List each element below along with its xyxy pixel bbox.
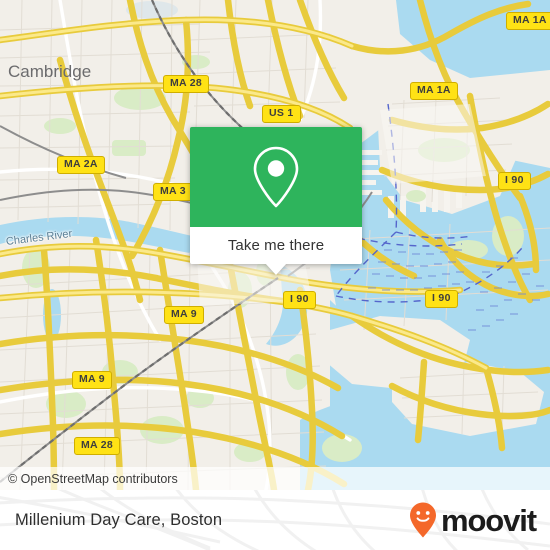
map-attribution[interactable]: © OpenStreetMap contributors — [0, 467, 550, 490]
route-shield-ma-1a-right[interactable]: MA 1A — [410, 82, 458, 100]
route-shield-ma-3[interactable]: MA 3 — [153, 183, 193, 201]
map-attribution-text: © OpenStreetMap contributors — [8, 471, 178, 486]
moovit-brand[interactable]: moovit — [408, 490, 537, 550]
route-shield-ma-9-lower[interactable]: MA 9 — [72, 371, 112, 389]
moovit-smiley-pin-icon — [409, 502, 436, 538]
map-pin-icon — [253, 146, 299, 208]
take-me-there-button[interactable]: Take me there — [190, 227, 362, 275]
route-shield-ma-28-lower[interactable]: MA 28 — [74, 437, 121, 455]
take-me-there-callout[interactable]: Take me there — [190, 127, 362, 275]
place-title: Millenium Day Care, Boston — [15, 490, 222, 550]
route-shield-ma-2a[interactable]: MA 2A — [57, 156, 105, 174]
route-shield-us-1[interactable]: US 1 — [262, 105, 301, 123]
take-me-there-label: Take me there — [227, 237, 325, 254]
route-shield-i-90-right-top[interactable]: I 90 — [498, 172, 531, 190]
route-shield-i-90-right[interactable]: I 90 — [425, 290, 458, 308]
moovit-place-card: Cambridge Charles River MA 1A MA 1A MA 2… — [0, 0, 550, 550]
footer-bar: Millenium Day Care, Boston moovit — [0, 490, 550, 550]
route-shield-ma-28-top[interactable]: MA 28 — [163, 75, 210, 93]
callout-icon-panel — [190, 127, 362, 227]
callout-tail — [265, 263, 287, 275]
route-shield-ma-9-upper[interactable]: MA 9 — [164, 306, 204, 324]
place-title-text: Millenium Day Care, Boston — [15, 510, 223, 529]
route-shield-ma-1a-top[interactable]: MA 1A — [506, 12, 550, 30]
route-shield-i-90-center[interactable]: I 90 — [283, 291, 316, 309]
moovit-wordmark: moovit — [440, 502, 537, 538]
